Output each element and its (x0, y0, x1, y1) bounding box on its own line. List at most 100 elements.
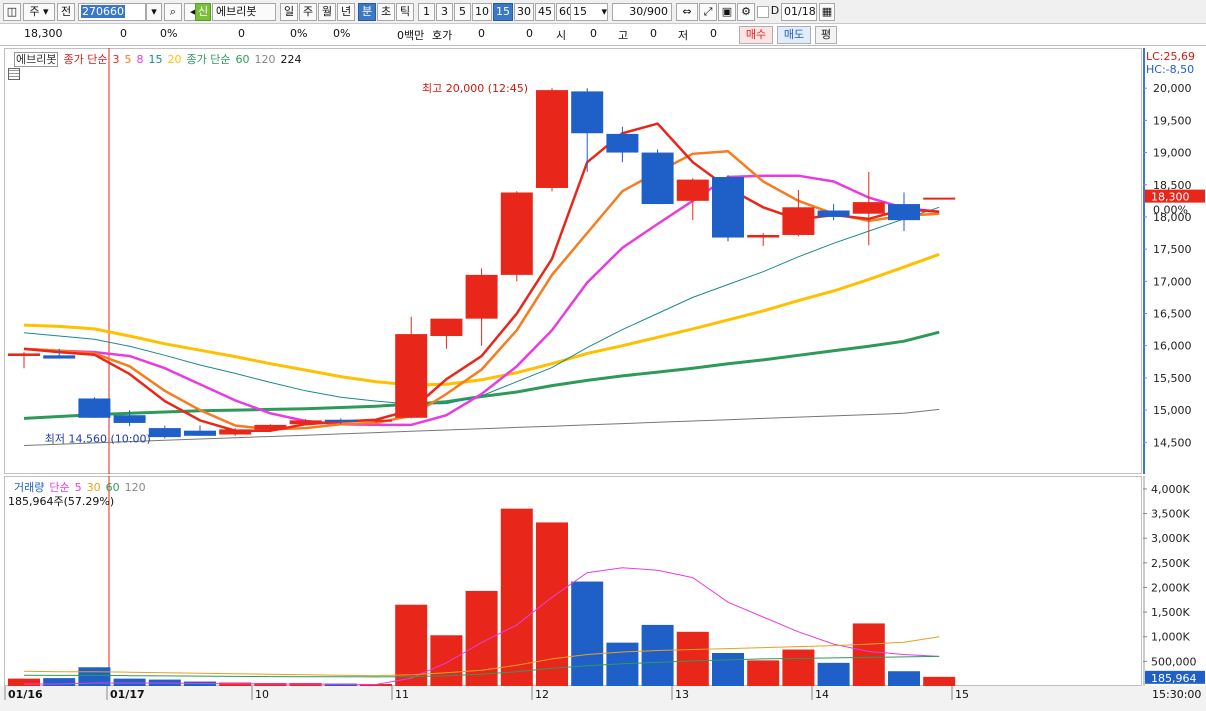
count-input[interactable]: 30/900 (612, 3, 672, 21)
tf-day-button[interactable]: 일 (280, 3, 298, 21)
line-tool-icon[interactable]: ⤢ (699, 3, 717, 21)
tf-min-button[interactable]: 분 (358, 3, 376, 21)
hoga-value-1: 0 (478, 27, 485, 40)
x-axis-background (0, 686, 1206, 711)
hc-text: HC:-8,50 (1146, 63, 1194, 76)
price-tick-label: 15,500 (1153, 372, 1192, 385)
ma-120-line (23, 408, 940, 446)
market-select[interactable]: 주 ▾ (23, 3, 55, 21)
layout-icon[interactable]: ◫ (3, 3, 21, 21)
code-dropdown-icon[interactable]: ▾ (146, 3, 162, 21)
search-icon[interactable]: ⌕ (164, 3, 182, 21)
x-tick-label: 10 (255, 688, 269, 701)
volume-tick-label: 2,000K (1151, 581, 1190, 594)
volume-bar (817, 662, 850, 686)
zoom-icon[interactable]: ⇔ (676, 3, 698, 21)
price-scale[interactable]: LC:25,69 HC:-8,50 20,000 19,500 19,000 18,500… (1143, 48, 1206, 474)
price-legend: 에브리봇 종가 단순 3 5 8 15 20 종가 단순 60 120 224 (14, 51, 306, 67)
interval-button-15[interactable]: 15 (493, 3, 513, 21)
gear-icon[interactable]: ⚙ (737, 3, 755, 21)
legend-ma2-label: 종가 단순 (186, 53, 231, 66)
price-tick-label: 17,500 (1153, 243, 1192, 256)
low-annotation: 최저 14,560 (10:00) (45, 432, 151, 445)
candle-body (571, 91, 604, 134)
eval-button[interactable]: 평 (815, 26, 837, 44)
d-label: D (770, 4, 780, 17)
low-value: 0 (710, 27, 717, 40)
price-tick-label: 17,000 (1153, 275, 1192, 288)
volume-tick-label: 3,000K (1151, 532, 1190, 545)
stock-name[interactable]: 에브리봇 (212, 3, 276, 21)
candle-body (395, 334, 428, 418)
price-chart[interactable]: 최고 20,000 (12:45)최저 14,560 (10:00)LC:25,… (4, 48, 1142, 474)
volume-bar (888, 671, 920, 686)
interval-button-45[interactable]: 45 (535, 3, 555, 21)
candle-body (113, 415, 146, 423)
period-button[interactable]: 전 (57, 3, 75, 21)
current-price: 18,300 (24, 27, 63, 40)
tf-year-button[interactable]: 년 (337, 3, 355, 21)
candle-body (324, 419, 357, 422)
price-scale-svg: LC:25,69HC:-8,5020,00019,50019,00018,500… (1143, 48, 1205, 474)
candle-body (430, 318, 463, 337)
legend-ma-15: 15 (148, 53, 163, 66)
x-axis[interactable]: 01/16 01/17 10 11 12 13 14 15 15:30:00 (0, 686, 1206, 711)
interval-button-3[interactable]: 3 (436, 3, 453, 21)
tf-sec-button[interactable]: 초 (377, 3, 395, 21)
stock-code-input[interactable]: 270660 (78, 3, 146, 21)
tf-week-button[interactable]: 주 (299, 3, 317, 21)
candle-body (852, 202, 885, 214)
sell-button[interactable]: 매도 (777, 26, 811, 44)
chevron-down-icon: ▾ (601, 5, 607, 18)
price-tick-label: 20,000 (1153, 82, 1192, 95)
volume-text: 185,964주(57.29%) (8, 495, 115, 508)
price-tick-label: 14,500 (1153, 436, 1192, 449)
candle-body (360, 419, 392, 422)
candle-body (148, 428, 181, 438)
volume-chart[interactable] (4, 476, 1142, 686)
legend-ma-120: 120 (254, 53, 276, 66)
toolbar: ◫ 주 ▾ 전 270660 ▾ ⌕ ◀▾ 신 에브리봇 일 주 월 년 분 초… (0, 0, 1206, 24)
price-tick-label: 19,000 (1153, 147, 1192, 160)
calendar-icon[interactable]: ▦ (819, 3, 835, 21)
quote-bar: 18,300 0 0% 0 0% 0% 0백만 호가 0 0 시 0 고 0 저… (0, 24, 1206, 46)
interval-select[interactable]: 15 ▾ (570, 3, 608, 21)
chart-window: ◫ 주 ▾ 전 270660 ▾ ⌕ ◀▾ 신 에브리봇 일 주 월 년 분 초… (0, 0, 1206, 711)
quote-pct-2: 0% (290, 27, 308, 40)
x-tick-label: 01/17 (110, 688, 145, 701)
volume-bar (536, 522, 568, 686)
interval-button-5[interactable]: 5 (454, 3, 471, 21)
legend-ma-8: 8 (136, 53, 144, 66)
candle-body (712, 177, 744, 238)
interval-value: 15 (573, 5, 587, 18)
volume-bar (500, 508, 533, 686)
volume-scale[interactable]: 4,000K 3,500K 3,000K 2,500K 2,000K 1,500K 1,00… (1143, 476, 1206, 698)
volume-bar (465, 590, 498, 686)
x-tick-label: 15 (955, 688, 969, 701)
interval-button-30[interactable]: 30 (514, 3, 534, 21)
volume-tick-label: 1,000K (1151, 631, 1190, 644)
legend-ma-5: 5 (124, 53, 132, 66)
grid-toggle-icon[interactable] (8, 68, 20, 80)
d-checkbox[interactable] (757, 6, 769, 18)
volume-bar (712, 652, 744, 686)
volume-bar (571, 581, 604, 686)
stock-code-value: 270660 (81, 5, 125, 18)
tf-month-button[interactable]: 월 (318, 3, 336, 21)
save-icon[interactable]: ▣ (718, 3, 736, 21)
volume-bar (430, 635, 463, 686)
market-label: 주 (29, 5, 40, 18)
high-label: 고 (618, 29, 629, 42)
hoga-value-2: 0 (526, 27, 533, 40)
x-tick-label: 14 (815, 688, 829, 701)
volume-scale-svg: 4,000K 3,500K 3,000K 2,500K 2,000K 1,500K 1,00… (1143, 476, 1205, 698)
candle-body (782, 207, 815, 235)
date-input[interactable]: 01/18 (781, 3, 817, 21)
volume-bar (8, 678, 40, 686)
buy-button[interactable]: 매수 (739, 26, 773, 44)
tf-tick-button[interactable]: 틱 (396, 3, 414, 21)
amount-unit: 0백만 (397, 29, 425, 42)
interval-button-1[interactable]: 1 (418, 3, 435, 21)
interval-button-10[interactable]: 10 (472, 3, 492, 21)
high-value: 0 (650, 27, 657, 40)
